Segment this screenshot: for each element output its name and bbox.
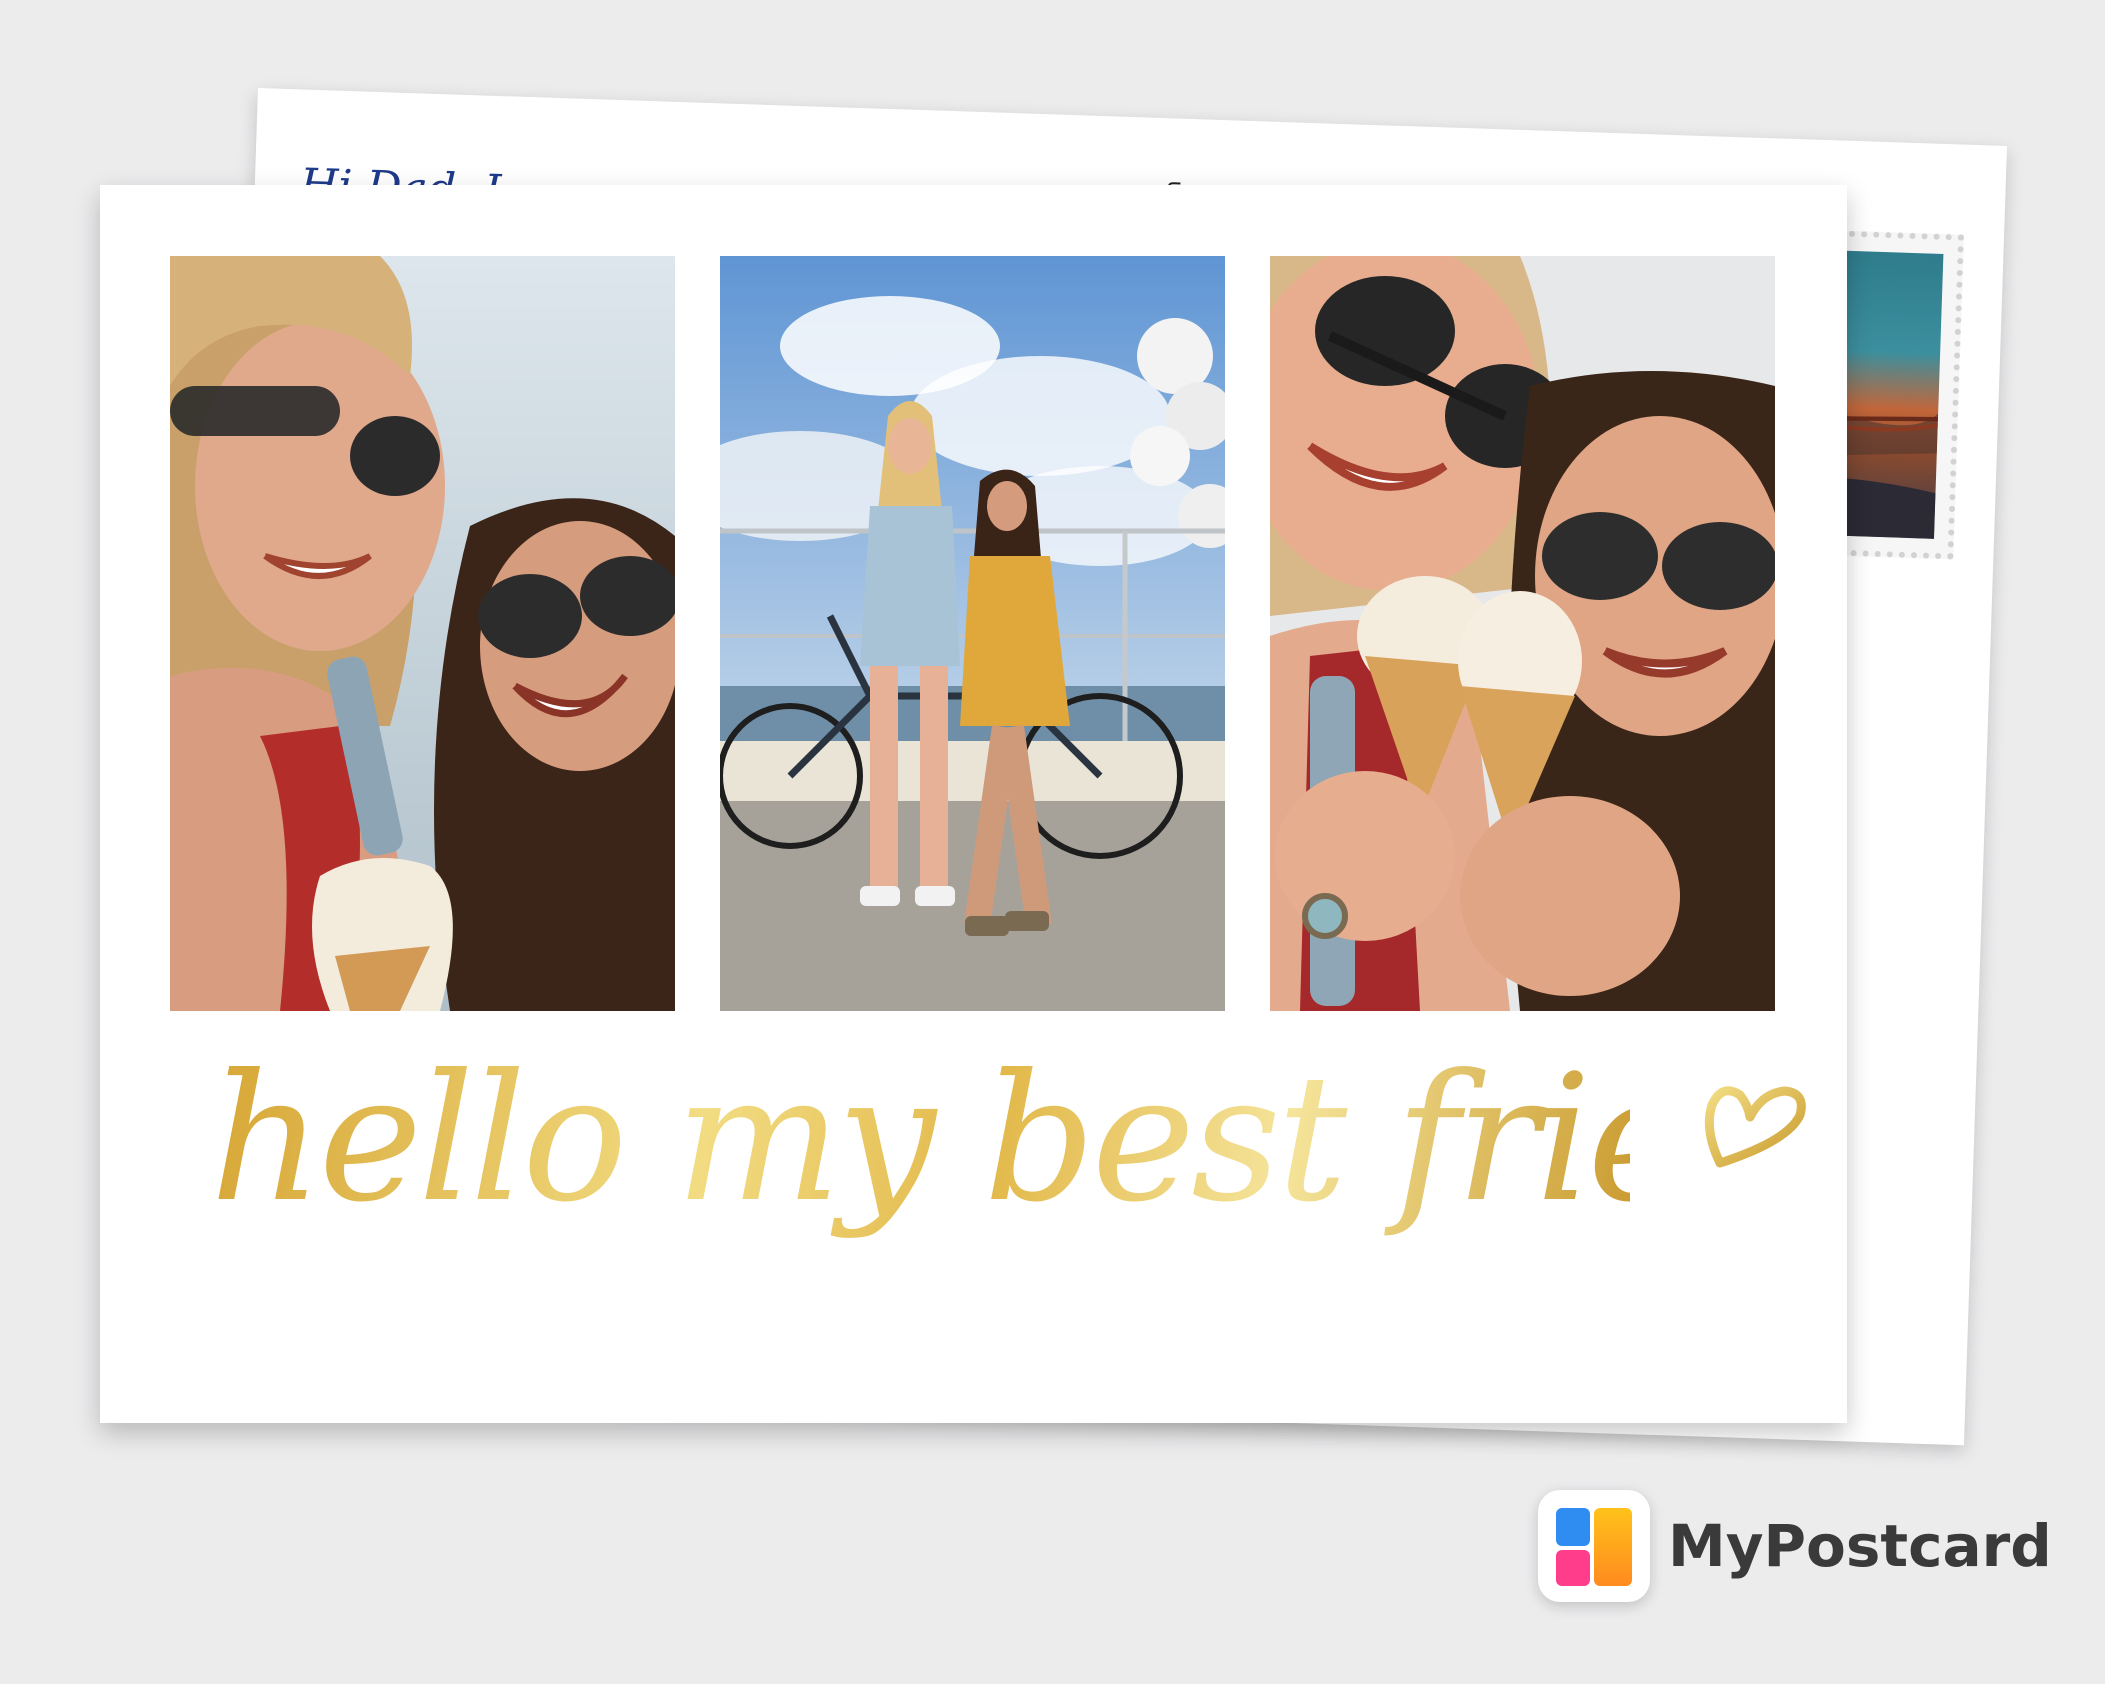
brand-name[interactable]: MyPostcard <box>1668 1512 2052 1580</box>
handwritten-headline: hello my best friend <box>210 990 1908 1290</box>
heart-icon <box>1704 1086 1806 1168</box>
logo-orange-square <box>1594 1508 1632 1586</box>
logo-pink-square <box>1556 1550 1590 1586</box>
logo-blue-square <box>1556 1508 1590 1546</box>
photo-friends-ice-cream <box>1270 256 1775 1011</box>
front-postcard: hello my best friend <box>100 185 1908 1423</box>
photo-friends-laughing <box>170 256 675 1011</box>
photo-friends-with-bicycle <box>720 256 1225 1011</box>
mypostcard-logo[interactable] <box>1538 1490 1650 1602</box>
